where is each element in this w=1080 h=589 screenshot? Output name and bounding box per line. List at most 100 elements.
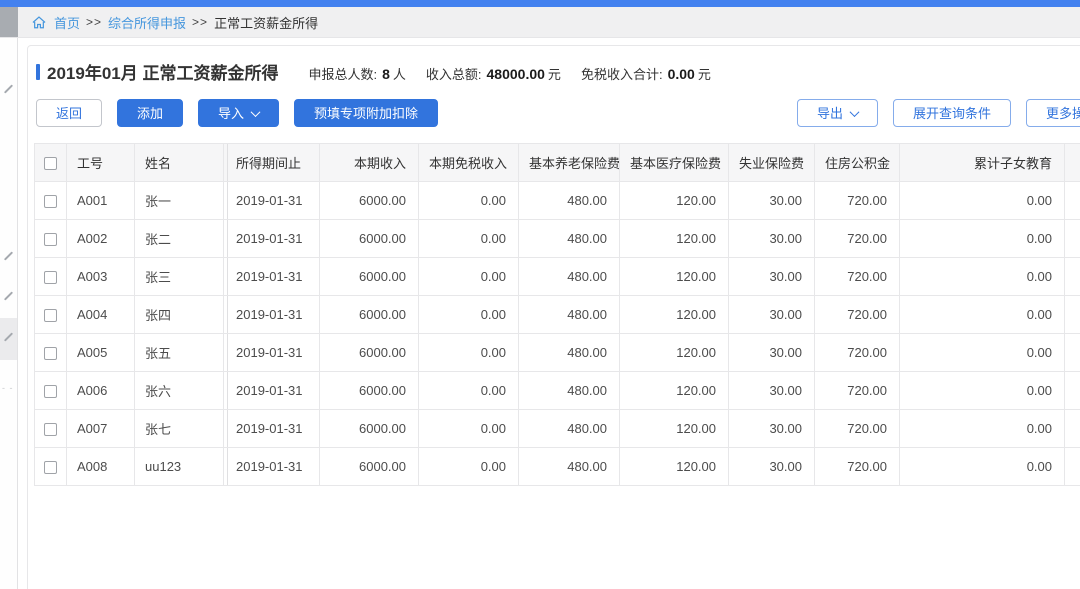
cell-current-income: 6000.00	[319, 447, 419, 486]
cell-filler	[1064, 257, 1080, 296]
cell-period-end: 2019-01-31	[223, 371, 320, 410]
cell-pension: 480.00	[518, 219, 620, 258]
breadcrumb-declare-link[interactable]: 综合所得申报	[108, 13, 186, 32]
cell-unemployment: 30.00	[728, 447, 815, 486]
table-row[interactable]: A008 uu123 2019-01-31 6000.00 0.00 480.0…	[34, 447, 1080, 486]
row-checkbox[interactable]	[44, 233, 57, 247]
table-row[interactable]: A006 张六 2019-01-31 6000.00 0.00 480.00 1…	[34, 371, 1080, 410]
table-row[interactable]: A004 张四 2019-01-31 6000.00 0.00 480.00 1…	[34, 295, 1080, 334]
sidebar-chevron-icon[interactable]	[3, 251, 14, 261]
cell-name: 张二	[134, 219, 224, 258]
cell-tax-free-income: 0.00	[418, 257, 519, 296]
cell-filler	[1064, 333, 1080, 372]
cell-name: 张三	[134, 257, 224, 296]
cell-filler	[1064, 447, 1080, 486]
row-checkbox[interactable]	[44, 271, 57, 285]
add-button[interactable]: 添加	[117, 99, 184, 127]
col-header-current-income: 本期收入	[319, 143, 419, 182]
table-header-row: 工号 姓名 所得期间止 本期收入 本期免税收入 基本养老保险费 基本医疗保险费 …	[34, 143, 1080, 182]
import-button[interactable]: 导入	[198, 99, 280, 127]
row-checkbox[interactable]	[44, 423, 57, 437]
row-checkbox[interactable]	[44, 195, 57, 209]
stat-total-people: 申报总人数: 8 人	[308, 66, 406, 82]
cell-filler	[1064, 409, 1080, 448]
cell-housing-fund: 720.00	[814, 371, 900, 410]
cell-employee-code: A007	[66, 409, 135, 448]
col-header-child-education: 累计子女教育	[899, 143, 1065, 182]
cell-employee-code: A002	[66, 219, 135, 258]
cell-child-education: 0.00	[899, 409, 1065, 448]
row-checkbox[interactable]	[44, 385, 57, 399]
cell-tax-free-income: 0.00	[418, 219, 519, 258]
cell-child-education: 0.00	[899, 181, 1065, 220]
cell-current-income: 6000.00	[319, 333, 419, 372]
col-header-housing-fund: 住房公积金	[814, 143, 900, 182]
table-body: A001 张一 2019-01-31 6000.00 0.00 480.00 1…	[34, 181, 1080, 486]
cell-housing-fund: 720.00	[814, 447, 900, 486]
cell-filler	[1064, 295, 1080, 334]
row-checkbox[interactable]	[44, 461, 57, 475]
cell-child-education: 0.00	[899, 371, 1065, 410]
breadcrumb: 首页 >> 综合所得申报 >> 正常工资薪金所得	[18, 7, 318, 37]
chevron-down-icon	[250, 106, 261, 117]
row-checkbox[interactable]	[44, 347, 57, 361]
cell-tax-free-income: 0.00	[418, 371, 519, 410]
cell-current-income: 6000.00	[319, 219, 419, 258]
cell-housing-fund: 720.00	[814, 257, 900, 296]
cell-housing-fund: 720.00	[814, 333, 900, 372]
back-button[interactable]: 返回	[36, 99, 103, 127]
sidebar-chevron-icon[interactable]	[3, 84, 14, 94]
cell-period-end: 2019-01-31	[223, 219, 320, 258]
salary-table: 工号 姓名 所得期间止 本期收入 本期免税收入 基本养老保险费 基本医疗保险费 …	[34, 143, 1080, 486]
cell-tax-free-income: 0.00	[418, 409, 519, 448]
cell-child-education: 0.00	[899, 333, 1065, 372]
cell-period-end: 2019-01-31	[223, 257, 320, 296]
prefill-special-deduction-button[interactable]: 预填专项附加扣除	[294, 99, 439, 127]
row-checkbox[interactable]	[44, 309, 57, 323]
col-header-name: 姓名	[134, 143, 224, 182]
col-header-period-end: 所得期间止	[223, 143, 320, 182]
toolbar-right-group: 导出 展开查询条件 更多操作	[796, 99, 1080, 127]
toolbar-left-group: 返回 添加 导入 预填专项附加扣除	[36, 99, 439, 127]
page-title: 2019年01月 正常工资薪金所得	[47, 64, 279, 83]
breadcrumb-home-link[interactable]: 首页	[54, 13, 80, 32]
cell-medical: 120.00	[619, 219, 729, 258]
cell-current-income: 6000.00	[319, 181, 419, 220]
checkbox-cell	[34, 371, 67, 410]
col-header-medical: 基本医疗保险费	[619, 143, 729, 182]
cell-pension: 480.00	[518, 295, 620, 334]
sidebar-active-item[interactable]	[0, 318, 17, 360]
checkbox-cell	[34, 181, 67, 220]
cell-medical: 120.00	[619, 181, 729, 220]
cell-tax-free-income: 0.00	[418, 447, 519, 486]
cell-employee-code: A004	[66, 295, 135, 334]
cell-housing-fund: 720.00	[814, 409, 900, 448]
cell-current-income: 6000.00	[319, 257, 419, 296]
collapsed-sidebar: - -	[0, 38, 18, 589]
cell-unemployment: 30.00	[728, 257, 815, 296]
cell-unemployment: 30.00	[728, 409, 815, 448]
col-header-filler	[1064, 143, 1080, 182]
cell-filler	[1064, 219, 1080, 258]
sidebar-chevron-icon[interactable]	[3, 291, 14, 301]
table-row[interactable]: A005 张五 2019-01-31 6000.00 0.00 480.00 1…	[34, 333, 1080, 372]
more-operations-button[interactable]: 更多操作	[1025, 99, 1080, 127]
cell-unemployment: 30.00	[728, 219, 815, 258]
cell-tax-free-income: 0.00	[418, 295, 519, 334]
table-row[interactable]: A007 张七 2019-01-31 6000.00 0.00 480.00 1…	[34, 409, 1080, 448]
select-all-checkbox[interactable]	[44, 157, 57, 171]
checkbox-cell	[34, 219, 67, 258]
expand-query-button[interactable]: 展开查询条件	[892, 99, 1011, 127]
cell-employee-code: A005	[66, 333, 135, 372]
home-icon	[32, 15, 46, 29]
breadcrumb-separator: >>	[192, 15, 209, 29]
table-row[interactable]: A001 张一 2019-01-31 6000.00 0.00 480.00 1…	[34, 181, 1080, 220]
table-row[interactable]: A003 张三 2019-01-31 6000.00 0.00 480.00 1…	[34, 257, 1080, 296]
cell-unemployment: 30.00	[728, 295, 815, 334]
export-button[interactable]: 导出	[796, 99, 878, 127]
cell-filler	[1064, 371, 1080, 410]
cell-period-end: 2019-01-31	[223, 409, 320, 448]
cell-child-education: 0.00	[899, 295, 1065, 334]
cell-housing-fund: 720.00	[814, 181, 900, 220]
table-row[interactable]: A002 张二 2019-01-31 6000.00 0.00 480.00 1…	[34, 219, 1080, 258]
